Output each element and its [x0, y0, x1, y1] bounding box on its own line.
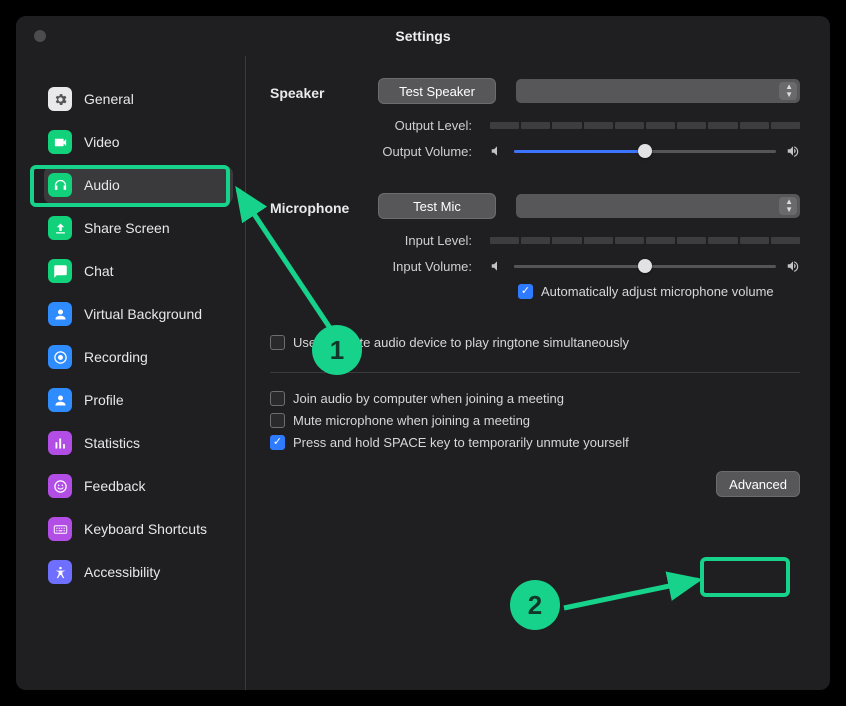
accessibility-icon	[48, 560, 72, 584]
sidebar-item-audio[interactable]: Audio	[44, 166, 233, 204]
sidebar-item-feedback[interactable]: Feedback	[44, 467, 233, 505]
chevron-up-down-icon: ▲▼	[785, 83, 793, 99]
space-unmute-checkbox[interactable]	[270, 435, 285, 450]
test-speaker-button[interactable]: Test Speaker	[378, 78, 496, 104]
chat-icon	[48, 259, 72, 283]
sidebar-item-label: Keyboard Shortcuts	[84, 521, 207, 537]
sidebar-item-label: Profile	[84, 392, 124, 408]
sidebar-item-keyboard-shortcuts[interactable]: Keyboard Shortcuts	[44, 510, 233, 548]
sidebar-item-label: Recording	[84, 349, 148, 365]
content-pane: Speaker Test Speaker ▲▼ Output Level: Ou…	[246, 56, 830, 690]
volume-high-icon	[786, 144, 800, 158]
smile-icon	[48, 474, 72, 498]
mic-device-select[interactable]: ▲▼	[516, 194, 800, 218]
sidebar: General Video Audio Share Screen Chat Virtual…	[16, 56, 246, 690]
test-mic-button[interactable]: Test Mic	[378, 193, 496, 219]
settings-window: Settings General Video Audio Share Screen Ch…	[16, 16, 830, 690]
window-close-dot[interactable]	[34, 30, 46, 42]
sidebar-item-label: Accessibility	[84, 564, 160, 580]
chevron-up-down-icon: ▲▼	[785, 198, 793, 214]
user-bg-icon	[48, 302, 72, 326]
share-icon	[48, 216, 72, 240]
sidebar-item-statistics[interactable]: Statistics	[44, 424, 233, 462]
sidebar-item-label: Virtual Background	[84, 306, 202, 322]
join-audio-label: Join audio by computer when joining a me…	[293, 391, 564, 406]
input-volume-slider[interactable]	[514, 258, 776, 274]
sidebar-item-profile[interactable]: Profile	[44, 381, 233, 419]
microphone-section-label: Microphone	[270, 196, 370, 216]
volume-low-icon	[490, 259, 504, 273]
divider	[270, 372, 800, 373]
sidebar-item-label: Feedback	[84, 478, 145, 494]
sidebar-item-label: Share Screen	[84, 220, 170, 236]
headphones-icon	[48, 173, 72, 197]
speaker-device-select[interactable]: ▲▼	[516, 79, 800, 103]
record-icon	[48, 345, 72, 369]
auto-adjust-mic-label: Automatically adjust microphone volume	[541, 284, 774, 299]
sidebar-item-label: Chat	[84, 263, 114, 279]
mute-on-join-checkbox[interactable]	[270, 413, 285, 428]
sidebar-item-recording[interactable]: Recording	[44, 338, 233, 376]
output-level-label: Output Level:	[270, 118, 482, 133]
input-volume-label: Input Volume:	[270, 259, 482, 274]
auto-adjust-mic-checkbox[interactable]	[518, 284, 533, 299]
output-volume-label: Output Volume:	[270, 144, 482, 159]
volume-low-icon	[490, 144, 504, 158]
join-audio-checkbox[interactable]	[270, 391, 285, 406]
output-volume-slider[interactable]	[514, 143, 776, 159]
sidebar-item-label: General	[84, 91, 134, 107]
sidebar-item-virtual-background[interactable]: Virtual Background	[44, 295, 233, 333]
profile-icon	[48, 388, 72, 412]
input-level-meter	[490, 237, 800, 244]
separate-ringtone-checkbox[interactable]	[270, 335, 285, 350]
titlebar: Settings	[16, 16, 830, 56]
sidebar-item-general[interactable]: General	[44, 80, 233, 118]
stats-icon	[48, 431, 72, 455]
window-title: Settings	[395, 28, 450, 44]
sidebar-item-share-screen[interactable]: Share Screen	[44, 209, 233, 247]
sidebar-item-label: Audio	[84, 177, 120, 193]
sidebar-item-label: Video	[84, 134, 120, 150]
sidebar-item-accessibility[interactable]: Accessibility	[44, 553, 233, 591]
sidebar-item-video[interactable]: Video	[44, 123, 233, 161]
separate-ringtone-label: Use separate audio device to play ringto…	[293, 335, 629, 350]
sidebar-item-label: Statistics	[84, 435, 140, 451]
sidebar-item-chat[interactable]: Chat	[44, 252, 233, 290]
volume-high-icon	[786, 259, 800, 273]
keyboard-icon	[48, 517, 72, 541]
video-icon	[48, 130, 72, 154]
space-unmute-label: Press and hold SPACE key to temporarily …	[293, 435, 629, 450]
speaker-section-label: Speaker	[270, 81, 370, 101]
output-level-meter	[490, 122, 800, 129]
advanced-button[interactable]: Advanced	[716, 471, 800, 497]
gear-icon	[48, 87, 72, 111]
mute-on-join-label: Mute microphone when joining a meeting	[293, 413, 530, 428]
input-level-label: Input Level:	[270, 233, 482, 248]
